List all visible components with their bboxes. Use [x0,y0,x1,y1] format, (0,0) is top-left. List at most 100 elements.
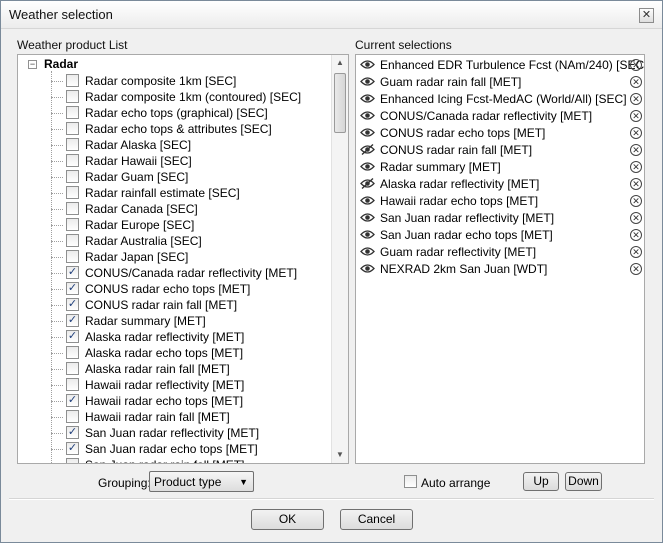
tree-item[interactable]: Radar Canada [SEC] [51,201,331,217]
eye-icon[interactable] [360,127,375,138]
remove-icon[interactable]: ✕ [630,195,642,207]
tree-item[interactable]: Radar rainfall estimate [SEC] [51,185,331,201]
product-checkbox[interactable]: ✓ [66,394,79,407]
product-checkbox[interactable] [66,458,79,463]
tree-item[interactable]: ✓ San Juan radar echo tops [MET] [51,441,331,457]
selection-item[interactable]: NEXRAD 2km San Juan [WDT] ✕ [359,261,643,278]
eye-off-icon[interactable] [360,143,375,156]
remove-icon[interactable]: ✕ [630,229,642,241]
eye-icon[interactable] [360,263,375,274]
remove-icon[interactable]: ✕ [630,93,642,105]
remove-icon[interactable]: ✕ [630,127,642,139]
eye-icon[interactable] [360,195,375,206]
product-checkbox[interactable] [66,74,79,87]
tree-item[interactable]: ✓ Alaska radar reflectivity [MET] [51,329,331,345]
tree-item[interactable]: Radar echo tops & attributes [SEC] [51,121,331,137]
product-checkbox[interactable] [66,122,79,135]
eye-icon[interactable] [360,229,375,240]
product-checkbox[interactable] [66,346,79,359]
tree-item[interactable]: Radar Guam [SEC] [51,169,331,185]
selection-item[interactable]: Guam radar rain fall [MET] ✕ [359,74,643,91]
selection-item[interactable]: Hawaii radar echo tops [MET] ✕ [359,193,643,210]
product-checkbox[interactable] [66,202,79,215]
tree-item[interactable]: ✓ CONUS radar rain fall [MET] [51,297,331,313]
tree-item[interactable]: Hawaii radar rain fall [MET] [51,409,331,425]
eye-icon[interactable] [360,161,375,172]
product-checkbox[interactable]: ✓ [66,298,79,311]
tree-item[interactable]: Radar echo tops (graphical) [SEC] [51,105,331,121]
collapse-icon[interactable]: − [28,60,37,69]
eye-icon[interactable] [360,59,375,70]
product-checkbox[interactable] [66,378,79,391]
eye-icon[interactable] [360,212,375,223]
remove-icon[interactable]: ✕ [630,59,642,71]
tree-item[interactable]: San Juan radar rain fall [MET] [51,457,331,463]
product-checkbox[interactable]: ✓ [66,426,79,439]
remove-icon[interactable]: ✕ [630,110,642,122]
tree-item[interactable]: ✓ Hawaii radar echo tops [MET] [51,393,331,409]
product-checkbox[interactable] [66,186,79,199]
tree-item[interactable]: Radar Japan [SEC] [51,249,331,265]
tree-item[interactable]: ✓ Radar summary [MET] [51,313,331,329]
remove-icon[interactable]: ✕ [630,144,642,156]
tree-item[interactable]: ✓ CONUS radar echo tops [MET] [51,281,331,297]
eye-icon[interactable] [360,110,375,121]
selection-item[interactable]: Alaska radar reflectivity [MET] ✕ [359,176,643,193]
product-checkbox[interactable] [66,234,79,247]
product-checkbox[interactable] [66,106,79,119]
selection-item[interactable]: CONUS/Canada radar reflectivity [MET] ✕ [359,108,643,125]
product-checkbox[interactable] [66,250,79,263]
close-icon[interactable]: ✕ [639,8,654,23]
tree-item[interactable]: Radar composite 1km (contoured) [SEC] [51,89,331,105]
product-checkbox[interactable] [66,410,79,423]
scroll-down-icon[interactable]: ▼ [332,447,348,463]
tree-item[interactable]: Alaska radar echo tops [MET] [51,345,331,361]
ok-button[interactable]: OK [251,509,324,530]
scroll-up-icon[interactable]: ▲ [332,55,348,71]
selection-item[interactable]: San Juan radar echo tops [MET] ✕ [359,227,643,244]
product-checkbox[interactable]: ✓ [66,330,79,343]
product-checkbox[interactable] [66,218,79,231]
tree-item[interactable]: Radar composite 1km [SEC] [51,73,331,89]
tree-item[interactable]: Hawaii radar reflectivity [MET] [51,377,331,393]
selection-item[interactable]: CONUS radar rain fall [MET] ✕ [359,142,643,159]
product-checkbox[interactable] [66,362,79,375]
remove-icon[interactable]: ✕ [630,246,642,258]
selection-item[interactable]: Enhanced Icing Fcst-MedAC (World/All) [S… [359,91,643,108]
remove-icon[interactable]: ✕ [630,212,642,224]
selection-item[interactable]: Enhanced EDR Turbulence Fcst (NAm/240) [… [359,57,644,74]
product-checkbox[interactable] [66,138,79,151]
eye-icon[interactable] [360,93,375,104]
tree-item[interactable]: Alaska radar rain fall [MET] [51,361,331,377]
product-checkbox[interactable] [66,154,79,167]
selection-item[interactable]: Guam radar reflectivity [MET] ✕ [359,244,643,261]
tree-item[interactable]: ✓ CONUS/Canada radar reflectivity [MET] [51,265,331,281]
eye-icon[interactable] [360,246,375,257]
tree-item[interactable]: ✓ San Juan radar reflectivity [MET] [51,425,331,441]
cancel-button[interactable]: Cancel [340,509,413,530]
product-checkbox[interactable] [66,170,79,183]
tree-item[interactable]: Radar Hawaii [SEC] [51,153,331,169]
down-button[interactable]: Down [565,472,602,491]
product-checkbox[interactable] [66,90,79,103]
eye-icon[interactable] [360,76,375,87]
selection-item[interactable]: San Juan radar reflectivity [MET] ✕ [359,210,643,227]
tree-item[interactable]: Radar Australia [SEC] [51,233,331,249]
scrollbar-thumb[interactable] [334,73,346,133]
tree-item[interactable]: Radar Alaska [SEC] [51,137,331,153]
selection-item[interactable]: CONUS radar echo tops [MET] ✕ [359,125,643,142]
remove-icon[interactable]: ✕ [630,161,642,173]
product-checkbox[interactable]: ✓ [66,266,79,279]
product-checkbox[interactable]: ✓ [66,282,79,295]
grouping-dropdown[interactable]: Product type ▼ [149,471,254,492]
up-button[interactable]: Up [523,472,559,491]
tree-item[interactable]: Radar Europe [SEC] [51,217,331,233]
auto-arrange-checkbox[interactable] [404,475,417,488]
product-checkbox[interactable]: ✓ [66,314,79,327]
remove-icon[interactable]: ✕ [630,76,642,88]
remove-icon[interactable]: ✕ [630,263,642,275]
product-checkbox[interactable]: ✓ [66,442,79,455]
selection-item[interactable]: Radar summary [MET] ✕ [359,159,643,176]
title-bar[interactable]: Weather selection ✕ [1,1,662,29]
product-list-scrollbar[interactable]: ▲ ▼ [331,55,348,463]
